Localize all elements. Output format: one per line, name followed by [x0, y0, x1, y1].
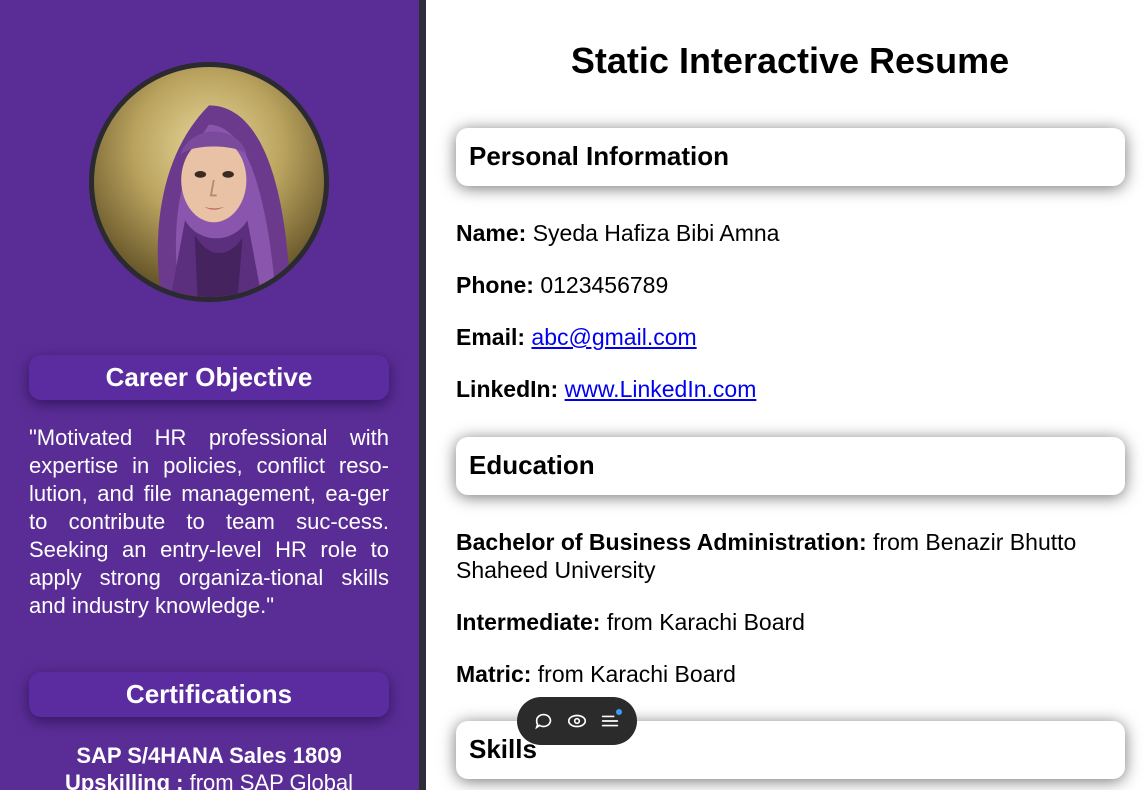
main-content: Static Interactive Resume Personal Infor… — [426, 0, 1148, 790]
education-item: Matric: from Karachi Board — [456, 660, 1125, 688]
personal-information-header[interactable]: Personal Information — [456, 128, 1125, 186]
certifications-heading: Certifications — [29, 672, 389, 717]
education-item-value: from Karachi Board — [600, 609, 805, 635]
certification-detail: from SAP Global — [183, 770, 354, 790]
education-item: Bachelor of Business Administration: fro… — [456, 528, 1125, 584]
education-header[interactable]: Education — [456, 437, 1125, 495]
name-field: Name: Syeda Hafiza Bibi Amna — [456, 219, 1125, 247]
email-label: Email: — [456, 324, 526, 350]
phone-label: Phone: — [456, 272, 534, 298]
education-item: Intermediate: from Karachi Board — [456, 608, 1125, 636]
linkedin-field: LinkedIn: www.LinkedIn.com — [456, 375, 1125, 403]
education-item-label: Matric: — [456, 661, 532, 687]
linkedin-label: LinkedIn: — [456, 376, 559, 402]
linkedin-link[interactable]: www.LinkedIn.com — [565, 376, 757, 402]
menu-icon[interactable] — [597, 708, 623, 734]
profile-photo — [157, 105, 291, 297]
avatar — [89, 62, 329, 302]
name-label: Name: — [456, 220, 527, 246]
email-link[interactable]: abc@gmail.com — [531, 324, 696, 350]
email-field: Email: abc@gmail.com — [456, 323, 1125, 351]
phone-field: Phone: 0123456789 — [456, 271, 1125, 299]
phone-value: 0123456789 — [533, 272, 669, 298]
notification-dot — [616, 709, 623, 715]
sidebar: Career Objective "Motivated HR professio… — [0, 0, 419, 790]
career-objective-heading: Career Objective — [29, 355, 389, 400]
sidebar-divider — [419, 0, 426, 790]
career-objective-text: "Motivated HR professional with expertis… — [29, 425, 389, 618]
education-item-value: from Karachi Board — [531, 661, 736, 687]
page-title: Static Interactive Resume — [570, 40, 1010, 81]
certification-item: SAP S/4HANA Sales 1809 Upskilling : from… — [29, 742, 389, 790]
education-item-label: Intermediate: — [456, 609, 601, 635]
comment-icon[interactable] — [531, 708, 557, 734]
education-item-label: Bachelor of Business Administration: — [456, 529, 867, 555]
floating-toolbar — [517, 697, 637, 745]
name-value: Syeda Hafiza Bibi Amna — [526, 220, 780, 246]
eye-icon[interactable] — [564, 708, 590, 734]
